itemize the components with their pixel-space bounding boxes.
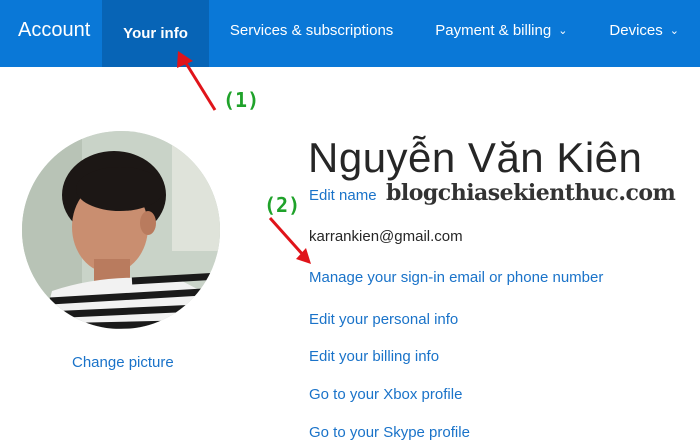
red-arrow-icon xyxy=(268,216,311,264)
red-arrow-icon xyxy=(177,51,217,111)
annotation-arrows xyxy=(177,51,311,264)
